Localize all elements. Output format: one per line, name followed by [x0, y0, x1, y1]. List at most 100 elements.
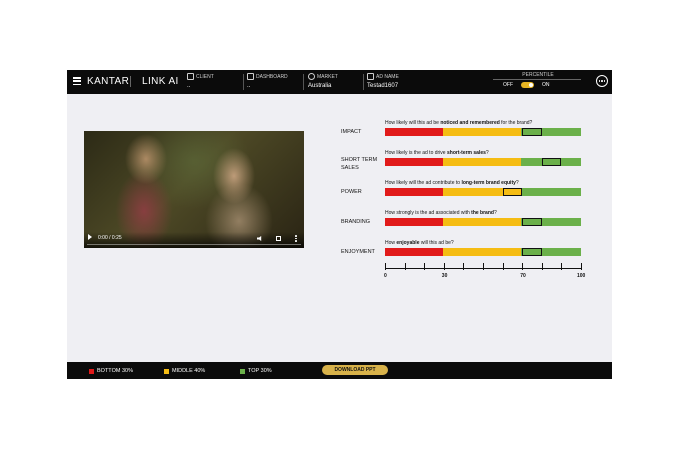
question-bold-text: the brand: [471, 210, 494, 216]
metric-bar: [385, 158, 581, 166]
scale-tick: [404, 263, 406, 270]
scale-tick: [502, 263, 504, 270]
client-label: CLIENT: [196, 73, 214, 80]
dashboard-field[interactable]: DASHBOARD ..: [247, 73, 288, 89]
percentile-marker: [522, 128, 542, 136]
metric-label: IMPACT: [341, 129, 362, 135]
menu-icon[interactable]: [73, 77, 81, 86]
ad-icon: [367, 73, 374, 80]
scale-tick: [463, 263, 465, 270]
scale-label: 0: [384, 273, 387, 279]
scale-tick: [581, 263, 582, 270]
client-value: ..: [187, 83, 191, 89]
percentile-toggle-group: OFF ON: [503, 82, 550, 88]
metric-bar: [385, 188, 581, 196]
question-post-text: will this ad be?: [419, 240, 454, 246]
client-icon: [187, 73, 194, 80]
globe-icon: [308, 73, 315, 80]
volume-icon[interactable]: [257, 236, 262, 241]
question-pre-text: How: [385, 240, 397, 246]
market-field[interactable]: MARKET Australia: [308, 73, 338, 89]
divider: [303, 74, 304, 90]
ad-name-label: AD NAME: [376, 73, 399, 80]
metric-question: How strongly is the ad associated with t…: [385, 210, 497, 216]
percentile-marker: [502, 188, 523, 196]
dashboard-label: DASHBOARD: [256, 73, 288, 80]
metric-bar: [385, 128, 581, 136]
question-post-text: ?: [493, 210, 497, 216]
metric-question: How likely will the ad contribute to lon…: [385, 180, 519, 186]
scale-tick: [522, 263, 524, 270]
video-player[interactable]: 0:00 / 0:25: [84, 131, 304, 248]
ad-name-value: Testad1607: [367, 83, 399, 89]
bar-segment-bottom: [385, 128, 443, 136]
metric-label: POWER: [341, 189, 362, 195]
bar-segment-middle: [443, 128, 521, 136]
scale-label: 100: [577, 273, 586, 279]
more-options-icon[interactable]: [596, 75, 608, 87]
bar-segment-bottom: [385, 158, 443, 166]
question-pre-text: How likely will this ad be: [385, 120, 441, 126]
metric-question: How enjoyable will this ad be?: [385, 240, 454, 246]
brand-divider: [130, 76, 131, 87]
bar-segment-bottom: [385, 188, 443, 196]
ad-name-field[interactable]: AD NAME Testad1607: [367, 73, 399, 89]
product-name: LINK AI: [142, 76, 179, 87]
scale-tick: [561, 263, 563, 270]
client-field[interactable]: CLIENT ..: [187, 73, 214, 89]
dashboard-value: ..: [247, 83, 251, 89]
brand-logo: KANTAR: [87, 76, 130, 87]
metric-label: ENJOYMENT: [341, 249, 375, 255]
scale-label: 70: [520, 273, 526, 279]
question-bold-text: long-term brand equity: [461, 180, 516, 186]
fullscreen-icon[interactable]: [276, 236, 281, 241]
legend-top: TOP 30%: [240, 368, 272, 374]
legend-middle: MIDDLE 40%: [164, 368, 205, 374]
bar-segment-middle: [443, 218, 521, 226]
question-bold-text: short-term sales: [446, 150, 486, 156]
bar-segment-top: [521, 188, 581, 196]
percentile-marker: [522, 248, 542, 256]
percentile-on-label: ON: [542, 82, 550, 88]
video-controls: 0:00 / 0:25: [84, 232, 304, 248]
legend-swatch-bottom: [89, 368, 94, 374]
percentile-title: PERCENTILE: [522, 72, 554, 78]
question-post-text: for the brand?: [499, 120, 533, 126]
video-scrubber[interactable]: [87, 244, 301, 245]
metric-question: How likely is the ad to drive short-term…: [385, 150, 489, 156]
market-label: MARKET: [317, 73, 338, 80]
legend-swatch-middle: [164, 368, 169, 374]
download-ppt-button[interactable]: DOWNLOAD PPT: [322, 365, 388, 375]
bar-segment-middle: [443, 248, 521, 256]
top-bar: KANTAR LINK AI CLIENT .. DASHBOARD .. MA…: [67, 70, 612, 94]
scale-tick: [541, 263, 543, 270]
divider: [243, 74, 244, 90]
metric-bar: [385, 248, 581, 256]
metric-label: SHORT TERM SALES: [341, 157, 378, 171]
question-pre-text: How strongly is the ad associated with: [385, 210, 472, 216]
question-bold-text: enjoyable: [396, 240, 420, 246]
legend-top-label: TOP 30%: [248, 368, 272, 374]
scale-tick: [385, 263, 386, 270]
bar-segment-middle: [443, 158, 521, 166]
scale-label: 30: [441, 273, 448, 279]
metric-bar: [385, 218, 581, 226]
bar-segment-bottom: [385, 218, 443, 226]
video-frame: [84, 131, 304, 248]
legend-bottom: BOTTOM 30%: [89, 368, 133, 374]
app-window: KANTAR LINK AI CLIENT .. DASHBOARD .. MA…: [67, 70, 612, 379]
question-bold-text: noticed and remembered: [440, 120, 500, 126]
question-pre-text: How likely will the ad contribute to: [385, 180, 462, 186]
percentile-marker: [541, 158, 562, 166]
question-post-text: ?: [485, 150, 489, 156]
divider: [363, 74, 364, 90]
percentile-toggle[interactable]: [521, 82, 534, 88]
video-more-icon[interactable]: [295, 235, 297, 242]
scale-tick: [443, 263, 445, 270]
percentile-off-label: OFF: [503, 82, 513, 88]
percentile-marker: [522, 218, 542, 226]
legend-swatch-top: [240, 368, 245, 374]
scale-tick: [424, 263, 426, 270]
play-icon[interactable]: [88, 234, 92, 240]
scale-tick: [483, 263, 484, 270]
